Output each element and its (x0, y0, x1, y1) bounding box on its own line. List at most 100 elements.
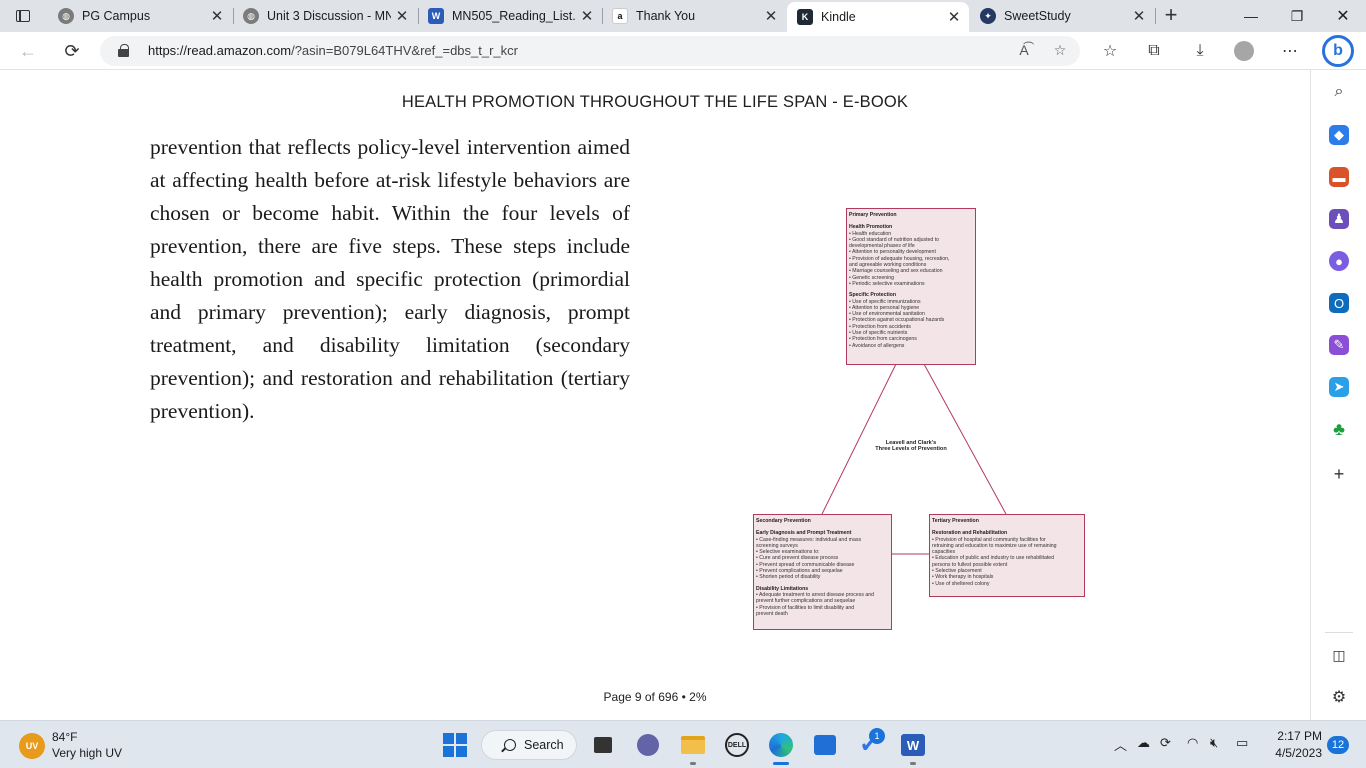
file-explorer-icon[interactable] (679, 731, 707, 759)
reading-progress: Page 9 of 696 • 2% (0, 690, 1310, 704)
tab-unit3-discussion[interactable]: ◍ Unit 3 Discussion - MN ✕ (233, 0, 417, 32)
shopping-tag-icon[interactable]: ◆ (1329, 125, 1349, 145)
tab-divider (1155, 8, 1156, 24)
tab-strip: ◍ PG Campus ✕ ◍ Unit 3 Discussion - MN ✕… (0, 0, 1366, 32)
clock-time[interactable]: 2:17 PM (1274, 729, 1322, 743)
url-text[interactable]: https://read.amazon.com/?asin=B079L64THV… (148, 43, 518, 58)
globe-icon: ◍ (58, 8, 74, 24)
add-favorite-icon[interactable]: ☆ (1050, 42, 1070, 60)
book-title: HEALTH PROMOTION THROUGHOUT THE LIFE SPA… (401, 93, 909, 111)
favorites-icon[interactable]: ☆ (1096, 37, 1124, 65)
weather-temperature[interactable]: 84°F (52, 730, 77, 744)
close-tab-icon[interactable]: ✕ (206, 5, 228, 27)
tab-title: Kindle (821, 10, 856, 24)
word-icon: W (428, 8, 444, 24)
close-tab-icon[interactable]: ✕ (391, 5, 413, 27)
edge-browser-icon[interactable] (767, 731, 795, 759)
bing-copilot-icon[interactable]: b (1322, 35, 1354, 67)
designer-icon[interactable]: ✎ (1329, 335, 1349, 355)
new-tab-button[interactable]: + (1158, 4, 1184, 28)
sidebar-settings-icon[interactable]: ⚙ (1329, 687, 1349, 707)
onedrive-icon[interactable]: ☁ (1137, 735, 1150, 751)
weather-uv-icon[interactable]: UV (19, 733, 45, 759)
volume-muted-icon[interactable]: 🔇︎ (1210, 735, 1218, 751)
secondary-prevention-box: Secondary Prevention Early Diagnosis and… (753, 514, 892, 630)
globe-icon: ◍ (243, 8, 259, 24)
weather-description[interactable]: Very high UV (52, 746, 122, 760)
address-bar[interactable]: https://read.amazon.com/?asin=B079L64THV… (100, 36, 1080, 66)
page-text: prevention that reflects policy-level in… (150, 135, 630, 423)
send-icon[interactable]: ➤ (1329, 377, 1349, 397)
tab-title: MN505_Reading_List.d (452, 9, 576, 23)
box-heading: Tertiary Prevention (932, 518, 979, 524)
tools-briefcase-icon[interactable]: ▬ (1329, 167, 1349, 187)
close-tab-icon[interactable]: ✕ (576, 5, 598, 27)
search-icon (504, 739, 516, 751)
read-aloud-icon[interactable]: A͡ (1014, 42, 1034, 60)
add-sidebar-app-icon[interactable]: + (1329, 464, 1349, 484)
running-indicator (910, 762, 916, 765)
battery-icon[interactable]: ▭ (1236, 735, 1248, 751)
start-button[interactable] (441, 731, 469, 759)
tab-reading-list[interactable]: W MN505_Reading_List.d ✕ (418, 0, 602, 32)
box-heading: Primary Prevention (849, 212, 897, 218)
tab-sweetstudy[interactable]: ✦ SweetStudy ✕ (970, 0, 1154, 32)
center-label-line: Three Levels of Prevention (875, 446, 947, 453)
clock-date[interactable]: 4/5/2023 (1266, 746, 1322, 760)
box-list: • Use of specific immunizations • Attenti… (849, 299, 973, 349)
wifi-icon[interactable]: ◠ (1187, 735, 1198, 751)
microsoft365-icon[interactable]: ● (1329, 251, 1349, 271)
taskbar-search[interactable]: Search (481, 730, 577, 760)
restore-button[interactable]: ❐ (1274, 0, 1320, 32)
prevention-figure: Primary Prevention Health Promotion • He… (750, 206, 1090, 631)
minimize-button[interactable]: — (1228, 0, 1274, 32)
box-list: • Adequate treatment to arrest disease p… (756, 592, 889, 617)
windows-logo-icon (443, 733, 467, 757)
refresh-button[interactable]: ⟳ (58, 37, 86, 65)
microsoft-store-icon[interactable] (811, 731, 839, 759)
tab-title: PG Campus (82, 9, 151, 23)
tab-title: Thank You (636, 9, 696, 23)
word-app-icon[interactable]: W (899, 731, 927, 759)
tree-icon[interactable]: ♣ (1329, 419, 1349, 439)
show-hidden-icons[interactable]: ︿ (1114, 735, 1127, 754)
percent-read: 2% (689, 690, 707, 704)
task-view-icon[interactable] (589, 731, 617, 759)
collections-icon[interactable]: ⧉ (1140, 37, 1168, 65)
downloads-icon[interactable]: ⤓ (1186, 37, 1214, 65)
tab-actions-icon (16, 10, 30, 22)
search-icon[interactable]: ⌕ (1329, 82, 1349, 102)
tab-actions-menu[interactable] (6, 4, 40, 28)
taskbar: UV 84°F Very high UV Search DELL ✔ 1 W ︿… (0, 720, 1366, 768)
back-button[interactable]: ← (14, 37, 42, 65)
figure-center-label: Leavell and Clark's Three Levels of Prev… (865, 440, 957, 452)
todo-badge: 1 (869, 728, 885, 744)
teams-chat-icon[interactable] (634, 731, 662, 759)
running-indicator (690, 762, 696, 765)
amazon-icon: a (612, 8, 628, 24)
games-icon[interactable]: ♟ (1329, 209, 1349, 229)
outlook-icon[interactable]: O (1329, 293, 1349, 313)
page-location: Page 9 of 696 (603, 690, 679, 704)
sweetstudy-icon: ✦ (980, 8, 996, 24)
close-tab-icon[interactable]: ✕ (943, 6, 965, 28)
close-tab-icon[interactable]: ✕ (1128, 5, 1150, 27)
close-window-button[interactable]: ✕ (1320, 0, 1366, 32)
close-tab-icon[interactable]: ✕ (760, 5, 782, 27)
sync-icon[interactable]: ⟳ (1160, 735, 1171, 751)
kindle-reader[interactable]: HEALTH PROMOTION THROUGHOUT THE LIFE SPA… (0, 71, 1310, 720)
running-indicator-active (773, 762, 789, 765)
lock-icon (118, 44, 129, 57)
notification-badge[interactable]: 12 (1327, 736, 1349, 754)
tab-thank-you[interactable]: a Thank You ✕ (602, 0, 786, 32)
tab-kindle[interactable]: K Kindle ✕ (787, 2, 969, 32)
dell-icon[interactable]: DELL (723, 731, 751, 759)
sidebar-divider (1325, 632, 1353, 633)
tab-title: Unit 3 Discussion - MN (267, 9, 391, 23)
profile-button[interactable] (1230, 37, 1258, 65)
tab-pg-campus[interactable]: ◍ PG Campus ✕ (48, 0, 232, 32)
box-heading: Secondary Prevention (756, 518, 811, 524)
hide-sidebar-icon[interactable]: ◫ (1329, 645, 1349, 665)
settings-menu-icon[interactable]: ⋯ (1276, 37, 1304, 65)
box-list-item: prevent death (756, 610, 788, 617)
